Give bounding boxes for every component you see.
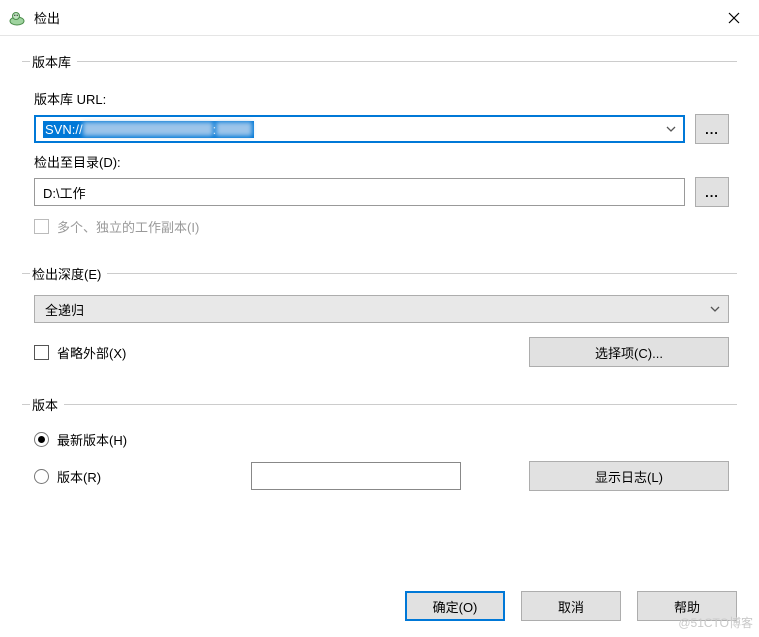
specific-revision-label: 版本(R) [57,467,101,486]
browse-repo-button[interactable]: ... [695,114,729,144]
depth-select-value: 全递归 [45,300,84,319]
help-button[interactable]: 帮助 [637,591,737,621]
app-icon [8,9,26,27]
independent-copies-label: 多个、独立的工作副本(I) [57,217,199,236]
url-label: 版本库 URL: [34,89,733,108]
group-depth-legend: 检出深度(E) [30,264,107,283]
group-revision: 版本 最新版本(H) 版本(R) 显示日志(L) [22,395,737,509]
radio-icon [34,469,49,484]
group-depth: 检出深度(E) 全递归 省略外部(X) 选择项(C)... [22,264,737,385]
dir-label: 检出至目录(D): [34,152,733,171]
cancel-button[interactable]: 取消 [521,591,621,621]
group-repository-legend: 版本库 [30,52,77,71]
checkbox-icon [34,219,49,234]
head-revision-radio[interactable]: 最新版本(H) [34,430,733,449]
choose-items-button[interactable]: 选择项(C)... [529,337,729,367]
show-log-button[interactable]: 显示日志(L) [529,461,729,491]
dialog-content: 版本库 版本库 URL: SVN://: ... 检出至目录(D): ... 多… [0,36,759,529]
group-revision-legend: 版本 [30,395,64,414]
checkout-dir-input[interactable] [34,178,685,206]
specific-revision-radio[interactable]: 版本(R) [34,467,101,486]
depth-select[interactable]: 全递归 [34,295,729,323]
radio-icon [34,432,49,447]
url-value: SVN://: [43,121,254,138]
chevron-down-icon [710,306,720,312]
browse-dir-button[interactable]: ... [695,177,729,207]
ok-button[interactable]: 确定(O) [405,591,505,621]
revision-input[interactable] [251,462,461,490]
window-title: 检出 [34,8,711,27]
url-combobox[interactable]: SVN://: [34,115,685,143]
omit-externals-label: 省略外部(X) [57,343,126,362]
omit-externals-checkbox[interactable] [34,345,49,360]
independent-copies-checkbox: 多个、独立的工作副本(I) [34,217,733,236]
head-revision-label: 最新版本(H) [57,430,127,449]
close-button[interactable] [711,2,757,34]
title-bar: 检出 [0,0,759,36]
group-repository: 版本库 版本库 URL: SVN://: ... 检出至目录(D): ... 多… [22,52,737,254]
chevron-down-icon[interactable] [658,116,684,142]
dialog-footer: 确定(O) 取消 帮助 [405,591,737,621]
